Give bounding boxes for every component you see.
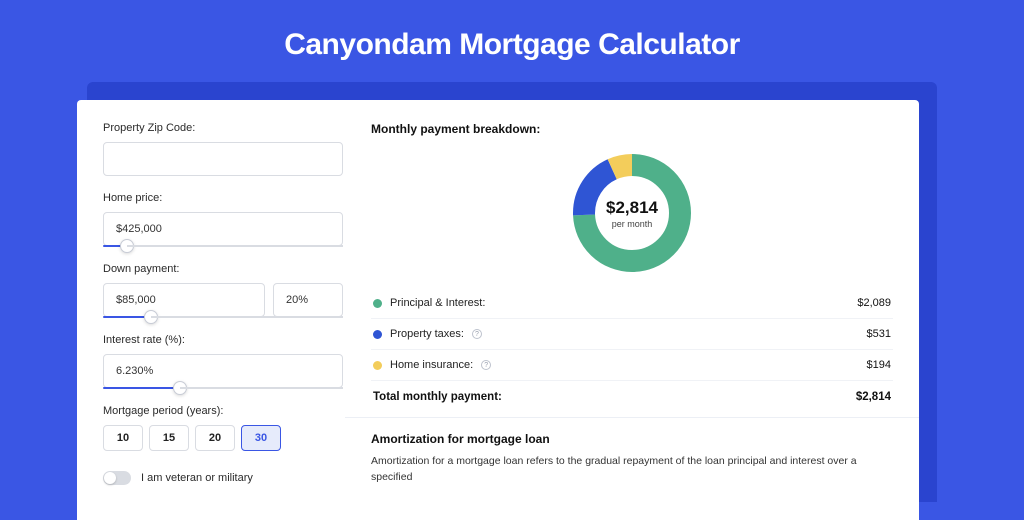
homeprice-input[interactable]	[103, 212, 343, 246]
downpayment-label: Down payment:	[103, 263, 343, 275]
legend-row-principal: Principal & Interest: $2,089	[371, 288, 893, 319]
rate-input[interactable]	[103, 354, 343, 388]
period-field: Mortgage period (years): 10 15 20 30	[103, 405, 343, 451]
amortization-heading: Amortization for mortgage loan	[371, 432, 893, 446]
dot-icon	[373, 330, 382, 339]
period-buttons: 10 15 20 30	[103, 425, 343, 451]
zip-input[interactable]	[103, 142, 343, 176]
legend-row-insurance: Home insurance: ? $194	[371, 350, 893, 381]
donut-wrap: $2,814 per month	[371, 146, 893, 288]
zip-field: Property Zip Code:	[103, 122, 343, 176]
homeprice-field: Home price:	[103, 192, 343, 247]
legend-label: Property taxes:	[390, 328, 464, 340]
slider-thumb-icon[interactable]	[144, 310, 158, 324]
breakdown-column: Monthly payment breakdown: $2,814 per mo…	[371, 122, 893, 520]
period-label: Mortgage period (years):	[103, 405, 343, 417]
total-row: Total monthly payment: $2,814	[371, 381, 893, 417]
slider-thumb-icon[interactable]	[120, 239, 134, 253]
rate-field: Interest rate (%):	[103, 334, 343, 389]
panel-shadow: Property Zip Code: Home price: Down paym…	[87, 82, 937, 502]
veteran-label: I am veteran or military	[141, 472, 253, 484]
homeprice-slider[interactable]	[103, 245, 343, 247]
downpayment-input[interactable]	[103, 283, 265, 317]
donut-chart: $2,814 per month	[571, 152, 693, 274]
legend: Principal & Interest: $2,089 Property ta…	[371, 288, 893, 417]
rate-label: Interest rate (%):	[103, 334, 343, 346]
downpayment-pct-input[interactable]	[273, 283, 343, 317]
info-icon[interactable]: ?	[481, 360, 491, 370]
legend-label: Home insurance:	[390, 359, 473, 371]
legend-row-taxes: Property taxes: ? $531	[371, 319, 893, 350]
zip-label: Property Zip Code:	[103, 122, 343, 134]
legend-value: $531	[867, 328, 891, 340]
amortization-text: Amortization for a mortgage loan refers …	[371, 454, 893, 486]
period-btn-20[interactable]: 20	[195, 425, 235, 451]
donut-sub: per month	[612, 219, 653, 229]
breakdown-heading: Monthly payment breakdown:	[371, 122, 893, 136]
input-column: Property Zip Code: Home price: Down paym…	[103, 122, 343, 520]
donut-center: $2,814 per month	[571, 152, 693, 274]
dot-icon	[373, 361, 382, 370]
veteran-row: I am veteran or military	[103, 471, 343, 485]
rate-slider[interactable]	[103, 387, 343, 389]
downpayment-field: Down payment:	[103, 263, 343, 318]
homeprice-label: Home price:	[103, 192, 343, 204]
page-title: Canyondam Mortgage Calculator	[0, 28, 1024, 62]
legend-label: Principal & Interest:	[390, 297, 485, 309]
total-label: Total monthly payment:	[373, 391, 502, 403]
period-btn-30[interactable]: 30	[241, 425, 281, 451]
donut-amount: $2,814	[606, 198, 658, 218]
dot-icon	[373, 299, 382, 308]
period-btn-10[interactable]: 10	[103, 425, 143, 451]
downpayment-slider[interactable]	[103, 316, 343, 318]
info-icon[interactable]: ?	[472, 329, 482, 339]
total-value: $2,814	[856, 391, 891, 403]
period-btn-15[interactable]: 15	[149, 425, 189, 451]
veteran-toggle[interactable]	[103, 471, 131, 485]
hero: Canyondam Mortgage Calculator	[0, 0, 1024, 82]
legend-value: $194	[867, 359, 891, 371]
legend-value: $2,089	[857, 297, 891, 309]
slider-thumb-icon[interactable]	[173, 381, 187, 395]
calculator-panel: Property Zip Code: Home price: Down paym…	[77, 100, 919, 520]
amortization-section: Amortization for mortgage loan Amortizat…	[371, 418, 893, 486]
